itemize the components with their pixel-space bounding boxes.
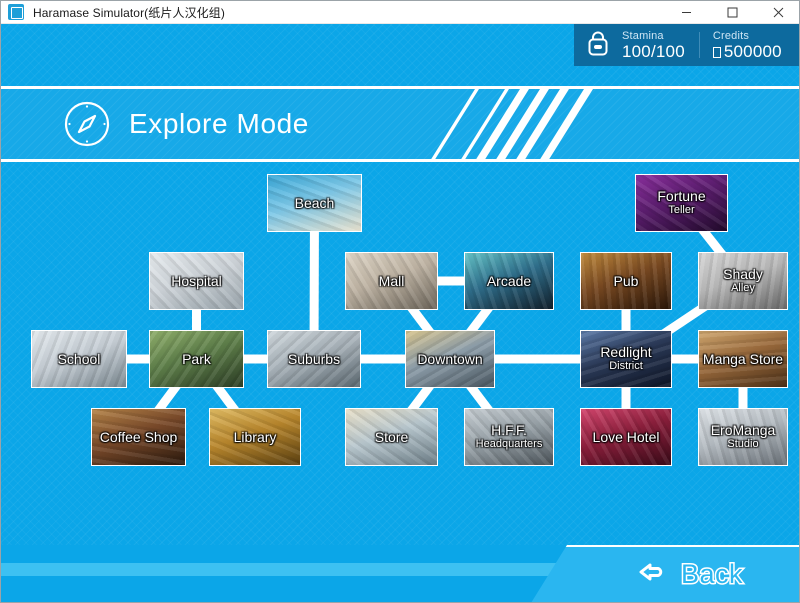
map-node-suburbs[interactable]: Suburbs [267,330,361,388]
stamina-value: 100/100 [622,43,685,61]
node-label: Store [373,430,410,445]
footer-bar: Back [1,545,800,603]
map-node-downtown[interactable]: Downtown [405,330,495,388]
node-label: ShadyAlley [721,267,765,295]
game-viewport: Stamina 100/100 Credits 500000 [1,24,800,603]
map-node-lovehotel[interactable]: Love Hotel [580,408,672,466]
map-node-hff[interactable]: H.F.F.Headquarters [464,408,554,466]
node-label: Manga Store [701,352,785,367]
node-label-sub: District [600,360,651,373]
app-icon [8,4,24,20]
node-label: School [56,352,103,367]
map-node-mangastore[interactable]: Manga Store [698,330,788,388]
node-label: EroMangaStudio [709,423,778,451]
node-label-sub: Teller [657,204,705,217]
credits-value: 500000 [724,42,782,61]
map-node-eromanga[interactable]: EroMangaStudio [698,408,788,466]
node-label: Park [180,352,213,367]
node-label: H.F.F.Headquarters [474,423,545,451]
map-node-store[interactable]: Store [345,408,438,466]
window-controls [663,1,800,23]
node-label: FortuneTeller [655,189,707,217]
node-label-sub: Alley [723,282,763,295]
title-bar: Haramase Simulator(纸片人汉化组) [1,1,800,24]
map-node-library[interactable]: Library [209,408,301,466]
hud-divider [699,32,700,58]
close-button[interactable] [755,1,800,23]
stamina-stat: Stamina 100/100 [622,30,685,61]
node-label: Hospital [169,274,224,289]
map-node-mall[interactable]: Mall [345,252,438,310]
back-arrow-icon [637,561,671,587]
node-label: Love Hotel [591,430,662,445]
node-label-sub: Studio [711,438,776,451]
node-label: Suburbs [286,352,342,367]
app-window: Haramase Simulator(纸片人汉化组) [0,0,800,603]
header-band-top-line [1,86,800,89]
mode-title: Explore Mode [63,98,309,150]
node-label: Beach [293,196,337,211]
node-label: Coffee Shop [98,430,180,445]
node-label: Arcade [485,274,533,289]
maximize-button[interactable] [709,1,755,23]
page-title: Explore Mode [129,108,309,140]
map-node-beach[interactable]: Beach [267,174,362,232]
node-label: Pub [612,274,641,289]
window-title: Haramase Simulator(纸片人汉化组) [33,4,225,21]
back-button[interactable]: Back [637,556,743,592]
stamina-label: Stamina [622,30,685,43]
map-node-pub[interactable]: Pub [580,252,672,310]
map-node-redlight[interactable]: RedlightDistrict [580,330,672,388]
map-node-fortune[interactable]: FortuneTeller [635,174,728,232]
map-node-park[interactable]: Park [149,330,244,388]
compass-icon [63,100,111,148]
map-node-arcade[interactable]: Arcade [464,252,554,310]
node-label: RedlightDistrict [598,345,653,373]
credits-stat: Credits 500000 [713,30,782,61]
map-node-shady[interactable]: ShadyAlley [698,252,788,310]
node-label-sub: Headquarters [476,438,543,451]
node-label: Library [232,430,279,445]
node-label: Downtown [415,352,484,367]
credits-value-row: 500000 [713,43,782,61]
location-map: Beach FortuneTeller Hospital Mall Arcade Pub S… [1,162,800,492]
minimize-button[interactable] [663,1,709,23]
backpack-icon [584,31,612,59]
node-label: Mall [377,274,407,289]
map-node-hospital[interactable]: Hospital [149,252,244,310]
map-node-school[interactable]: School [31,330,127,388]
status-hud: Stamina 100/100 Credits 500000 [574,24,800,66]
back-button-label: Back [681,559,743,590]
credits-symbol-icon [713,47,721,58]
map-node-coffee[interactable]: Coffee Shop [91,408,186,466]
